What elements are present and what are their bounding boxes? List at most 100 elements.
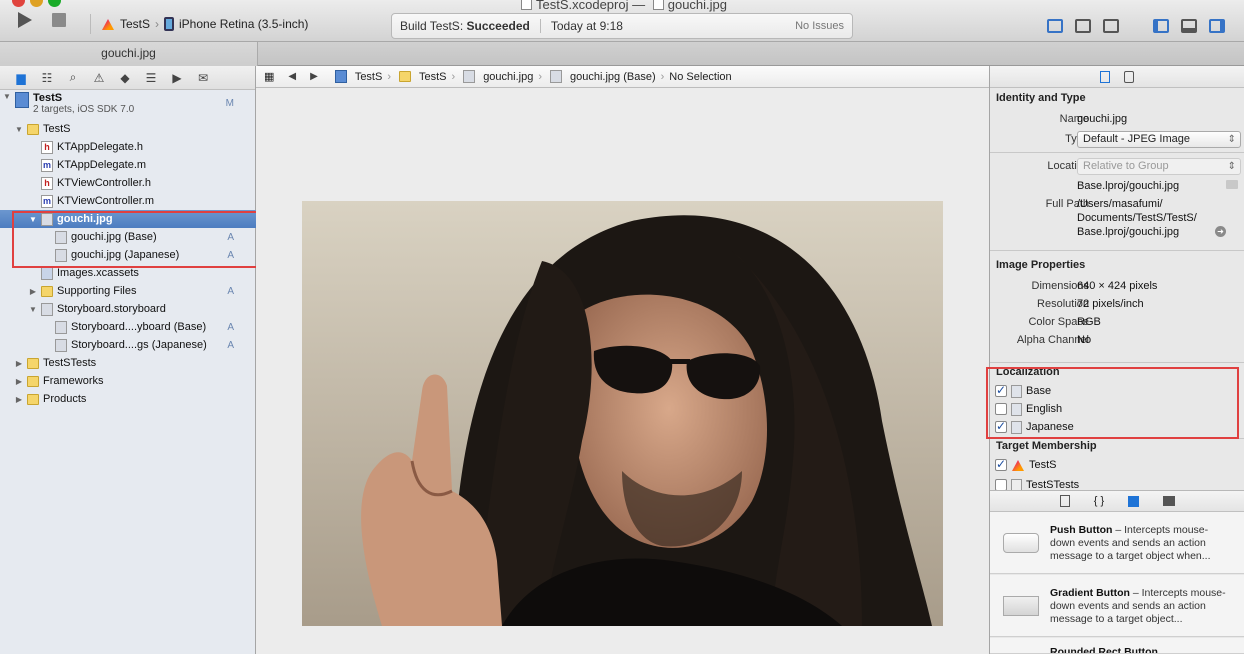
assistant-editor-icon — [1075, 19, 1091, 33]
scheme-name: TestS — [120, 17, 151, 31]
library-item-push-button[interactable]: Push Button – Intercepts mouse-down even… — [990, 512, 1244, 574]
breadcrumb-file[interactable]: gouchi.jpg — [460, 70, 533, 83]
assistant-editor-button[interactable] — [1072, 16, 1094, 36]
find-navigator-search-icon[interactable]: ⌕ — [62, 69, 84, 87]
debug-navigator-icon[interactable]: ☰ — [140, 69, 162, 87]
activity-divider — [539, 19, 541, 33]
tree-row-label: TestSTests — [43, 357, 97, 369]
disclosure-closed-icon[interactable]: ▶ — [14, 395, 24, 404]
target-tests-checkbox[interactable] — [995, 457, 1007, 471]
tree-row-label: Storyboard....gs (Japanese) — [71, 339, 207, 351]
log-navigator-speech-icon[interactable]: ✉ — [192, 69, 214, 87]
tree-row-storyboard-base[interactable]: Storyboard....yboard (Base) A — [0, 318, 256, 336]
run-button[interactable] — [18, 12, 32, 28]
file-inspector: Identity and Type Name gouchi.jpg Type D… — [989, 66, 1244, 654]
fullpath-line1: /Users/masafumi/ — [1077, 198, 1163, 210]
disclosure-open-icon[interactable]: ▼ — [2, 92, 12, 101]
scheme-selector[interactable]: TestS › iPhone Retina (3.5-inch) — [90, 14, 308, 34]
divider — [990, 152, 1244, 153]
breadcrumb-selection[interactable]: No Selection — [669, 71, 731, 83]
library-item-title: Rounded Rect Button — [1050, 646, 1158, 654]
disclosure-open-icon[interactable]: ▼ — [14, 125, 24, 134]
tree-row-teststests[interactable]: ▶ TestSTests — [0, 354, 256, 372]
choose-location-folder-icon[interactable] — [1226, 180, 1238, 189]
quick-help-icon[interactable] — [1124, 70, 1134, 83]
disclosure-closed-icon[interactable]: ▶ — [14, 359, 24, 368]
toggle-utilities-button[interactable] — [1206, 16, 1228, 36]
tree-row-label: KTAppDelegate.h — [57, 141, 144, 153]
folder-icon — [41, 285, 53, 297]
window-title-project: TestS.xcodeproj — [535, 0, 629, 12]
toggle-debug-area-button[interactable] — [1178, 16, 1200, 36]
project-navigator-folder-icon[interactable]: ▆ — [10, 69, 32, 87]
code-snippet-library-icon[interactable]: { } — [1094, 495, 1104, 507]
scm-badge: A — [227, 321, 234, 333]
reveal-in-finder-arrow-icon[interactable]: ➜ — [1215, 226, 1226, 237]
tree-row-tests-group[interactable]: ▼ TestS — [0, 120, 256, 138]
scm-badge: A — [227, 339, 234, 351]
tree-row-supporting-files[interactable]: ▶ Supporting Files A — [0, 282, 256, 300]
target-label: TestS — [1029, 459, 1057, 471]
folder-icon — [27, 393, 39, 405]
tree-row-products[interactable]: ▶ Products — [0, 390, 256, 408]
inspector-selector-bar — [990, 66, 1244, 88]
type-popup[interactable]: Default - JPEG Image — [1077, 131, 1241, 148]
tree-row-label: Supporting Files — [57, 285, 137, 297]
version-editor-button[interactable] — [1100, 16, 1122, 36]
file-inspector-icon[interactable] — [1100, 70, 1110, 83]
test-navigator-icon[interactable]: ◆ — [114, 69, 136, 87]
standard-editor-icon — [1047, 19, 1063, 33]
window-title-separator: — — [632, 0, 646, 12]
tree-row-storyboard[interactable]: ▼ Storyboard.storyboard — [0, 300, 256, 318]
breadcrumb-label: gouchi.jpg (Base) — [570, 70, 656, 83]
library-item-rounded-rect-button[interactable]: Rounded Rect Button — [990, 638, 1244, 654]
activity-status: Succeeded — [466, 19, 530, 33]
breakpoint-navigator-icon[interactable]: ▶ — [166, 69, 188, 87]
tree-row-label: KTAppDelegate.m — [57, 159, 147, 171]
library-item-gradient-button[interactable]: Gradient Button – Intercepts mouse-down … — [990, 575, 1244, 637]
disclosure-open-icon[interactable]: ▼ — [28, 305, 38, 314]
media-library-icon[interactable] — [1163, 496, 1176, 506]
issues-count[interactable]: No Issues — [795, 20, 844, 32]
image-file-icon — [463, 70, 476, 83]
tree-row-appdelegate-m[interactable]: m KTAppDelegate.m — [0, 156, 256, 174]
window-toolbar: TestS.xcodeproj — gouchi.jpg TestS › iPh… — [0, 0, 1244, 42]
breadcrumb-label: TestS — [419, 70, 447, 83]
file-template-library-icon[interactable] — [1059, 495, 1070, 507]
disclosure-closed-icon[interactable]: ▶ — [28, 287, 38, 296]
related-items-grid-icon[interactable]: ▦ — [264, 70, 274, 83]
tree-row-label: KTViewController.h — [57, 177, 151, 189]
tree-row-viewcontroller-m[interactable]: m KTViewController.m — [0, 192, 256, 210]
tree-row-storyboard-japanese[interactable]: Storyboard....gs (Japanese) A — [0, 336, 256, 354]
go-back-arrow-icon[interactable]: ◀ — [288, 71, 296, 82]
breadcrumb-chevron-icon: › — [538, 70, 543, 83]
tab-gouchi-jpg[interactable]: gouchi.jpg — [0, 42, 258, 66]
iphone-icon — [164, 17, 175, 31]
breadcrumb-project[interactable]: TestS — [332, 70, 383, 83]
asset-catalog-icon — [41, 266, 53, 280]
divider — [990, 362, 1244, 363]
breadcrumb-group[interactable]: TestS — [396, 71, 447, 83]
navigator-selector-bar: ▆ ☷ ⌕ ⚠ ◆ ☰ ▶ ✉ — [0, 66, 255, 90]
standard-editor-button[interactable] — [1044, 16, 1066, 36]
toggle-navigator-button[interactable] — [1150, 16, 1172, 36]
project-root-row[interactable]: ▼ TestS 2 targets, iOS SDK 7.0 M — [0, 90, 256, 118]
issue-navigator-warning-icon[interactable]: ⚠ — [88, 69, 110, 87]
symbol-navigator-icon[interactable]: ☷ — [36, 69, 58, 87]
disclosure-closed-icon[interactable]: ▶ — [14, 377, 24, 386]
gradient-button-thumbnail — [1003, 596, 1039, 616]
tree-row-appdelegate-h[interactable]: h KTAppDelegate.h — [0, 138, 256, 156]
utilities-panel-icon — [1209, 19, 1225, 33]
location-popup[interactable]: Relative to Group — [1077, 158, 1241, 175]
breadcrumb-label: TestS — [354, 70, 383, 83]
breadcrumb-variant[interactable]: gouchi.jpg (Base) — [547, 70, 656, 83]
tree-row-frameworks[interactable]: ▶ Frameworks — [0, 372, 256, 390]
annotation-highlight-localization — [986, 367, 1239, 439]
stop-button[interactable] — [52, 13, 66, 27]
name-value[interactable]: gouchi.jpg — [1077, 113, 1127, 125]
object-library-cube-icon[interactable] — [1128, 495, 1140, 507]
go-forward-arrow-icon[interactable]: ▶ — [310, 71, 318, 82]
tree-row-viewcontroller-h[interactable]: h KTViewController.h — [0, 174, 256, 192]
target-tests-row[interactable]: TestS — [995, 456, 1057, 474]
breadcrumb-label: gouchi.jpg — [483, 70, 534, 83]
